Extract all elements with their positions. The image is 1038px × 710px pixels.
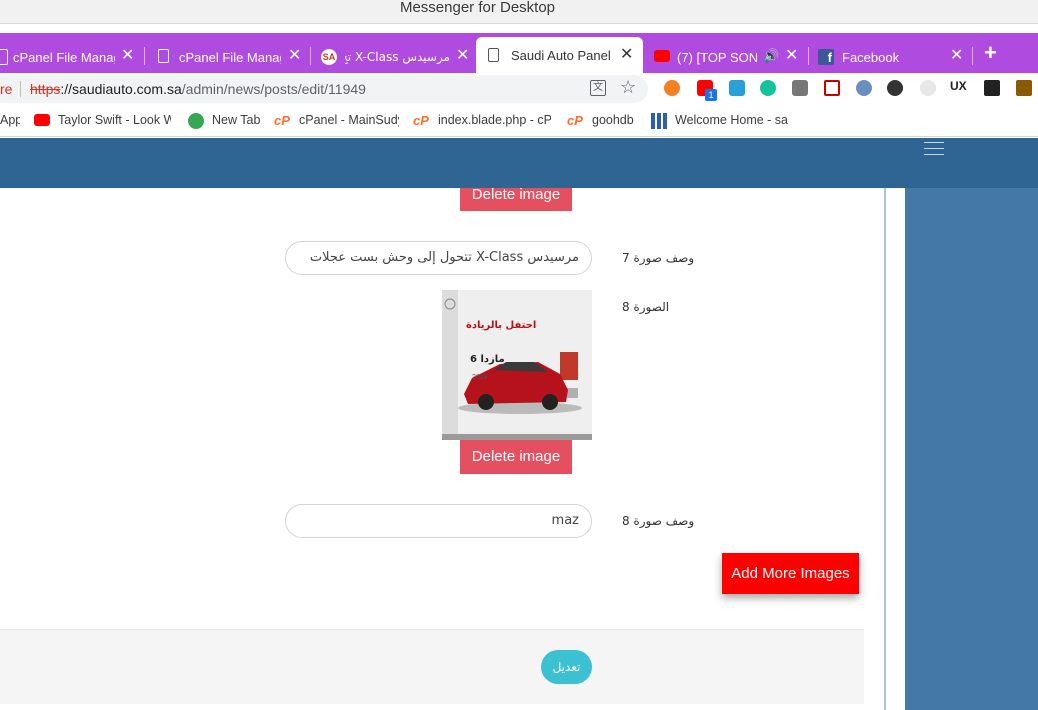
caption-8-label: وصف صورة 8	[622, 514, 695, 528]
admin-header	[0, 138, 1038, 188]
bookmarks-bar: App Taylor Swift - Look W New Tab cP cPa…	[0, 105, 1038, 137]
pocket-icon[interactable]	[824, 80, 840, 96]
caption-7-input[interactable]: مرسيدس X-Class تتحول إلى وحش بست عجلات	[285, 241, 592, 275]
tab-label: Saudi Auto Panel	[511, 47, 611, 63]
page-icon	[0, 49, 8, 65]
submit-edit-button[interactable]: تعديل	[541, 650, 592, 684]
cpanel-icon: cP	[413, 113, 429, 128]
tab-top-song[interactable]: (7) [TOP SONG 🔊 ✕	[648, 41, 803, 73]
hamburger-menu-icon[interactable]	[924, 142, 944, 156]
ux-extension-icon[interactable]: UX	[950, 79, 967, 93]
youtube-icon	[34, 114, 50, 126]
bookmark-taylor-swift[interactable]: Taylor Swift - Look W	[58, 113, 171, 127]
tab-separator	[808, 47, 809, 65]
address-bar[interactable]: re https://saudiauto.com.sa/admin/news/p…	[0, 75, 648, 103]
form-footer: تعديل	[0, 629, 864, 704]
bookmark-index-blade[interactable]: index.blade.php - cPa	[438, 113, 551, 127]
tab-separator	[972, 47, 973, 65]
close-icon[interactable]: ✕	[785, 48, 798, 64]
tab-facebook[interactable]: f Facebook ✕	[812, 41, 970, 73]
close-icon[interactable]: ✕	[950, 48, 963, 64]
delete-image-8-button[interactable]: Delete image	[460, 440, 572, 474]
extension-icon-orange[interactable]	[664, 80, 680, 96]
lock-extension-icon[interactable]	[792, 80, 808, 96]
tab-label: cPanel File Manage	[179, 49, 281, 65]
apps-grid-icon	[651, 113, 667, 129]
new-tab-button[interactable]: +	[984, 41, 997, 65]
new-tab-icon	[188, 113, 204, 129]
speaker-icon[interactable]: 🔊	[763, 48, 779, 64]
tab-mercedes-xclass[interactable]: SA مرسيدس X-Class تح ✕	[316, 41, 474, 73]
cpanel-icon: cP	[274, 113, 290, 128]
caption-7-label: وصف صورة 7	[622, 251, 695, 265]
close-icon[interactable]: ✕	[121, 48, 134, 64]
car-ad-image: احتفل بالريادة مازدا 6 2018	[442, 290, 592, 440]
tab-label: cPanel File Manage	[13, 49, 115, 65]
divider	[20, 81, 21, 97]
ad-headline: احتفل بالريادة	[466, 320, 537, 331]
facebook-icon: f	[818, 49, 834, 65]
star-icon[interactable]: ☆	[620, 77, 636, 98]
tab-cpanel-file-manager-1[interactable]: cPanel File Manage ✕	[0, 41, 140, 73]
url-scheme: https	[30, 81, 61, 97]
cpanel-icon: cP	[567, 113, 583, 128]
film-icon[interactable]	[1016, 80, 1032, 96]
window-title-bar: Messenger for Desktop	[0, 0, 1038, 24]
bookmark-goohdb[interactable]: goohdb	[592, 113, 637, 127]
notification-badge: 1	[705, 89, 717, 101]
car-ad-graphic	[442, 290, 592, 440]
extension-icon-figure[interactable]	[984, 80, 1000, 96]
url-path: /admin/news/posts/edit/11949	[181, 81, 366, 97]
ad-year: 2018	[472, 374, 488, 381]
page-icon	[488, 48, 499, 62]
caption-8-input[interactable]: maz	[285, 504, 592, 538]
tab-separator	[144, 47, 145, 65]
bookmark-new-tab[interactable]: New Tab	[212, 113, 262, 127]
tab-separator	[310, 47, 311, 65]
tab-label: Facebook	[842, 49, 900, 65]
url-host: ://saudiauto.com.sa	[60, 81, 182, 97]
close-icon[interactable]: ✕	[456, 48, 469, 64]
delete-image-7-button[interactable]: Delete image	[460, 187, 572, 211]
not-secure-label[interactable]: re	[0, 81, 12, 97]
tab-saudi-auto-panel[interactable]: Saudi Auto Panel ✕	[476, 37, 643, 73]
bookmark-apps[interactable]: App	[0, 113, 20, 127]
tab-label: (7) [TOP SONG	[677, 49, 757, 65]
window-title: Messenger for Desktop	[399, 0, 556, 16]
ad-model: مازدا 6	[470, 354, 505, 365]
image-8-label: الصورة 8	[622, 300, 670, 314]
content-border	[884, 188, 886, 710]
close-icon[interactable]: ✕	[620, 47, 633, 63]
add-more-images-button[interactable]: Add More Images	[722, 553, 859, 594]
browser-toolbar: re https://saudiauto.com.sa/admin/news/p…	[0, 73, 1038, 105]
bookmark-welcome-home[interactable]: Welcome Home - sau	[675, 113, 788, 127]
grammarly-icon[interactable]	[760, 80, 776, 96]
tab-cpanel-file-manager-2[interactable]: cPanel File Manage ✕	[150, 41, 305, 73]
copyright-icon[interactable]	[920, 80, 936, 96]
admin-sidebar	[905, 188, 1038, 710]
tab-label: مرسيدس X-Class تح	[345, 50, 450, 64]
panda-icon[interactable]	[887, 80, 903, 96]
url-text[interactable]: https://saudiauto.com.sa/admin/news/post…	[30, 81, 366, 97]
screenshot-extension-icon[interactable]	[729, 80, 745, 96]
page-icon	[158, 49, 169, 63]
sa-logo-icon: SA	[321, 49, 337, 65]
bookmark-cpanel-mainsudy[interactable]: cPanel - MainSudy	[299, 113, 399, 127]
tab-strip: cPanel File Manage ✕ cPanel File Manage …	[0, 33, 1038, 73]
translate-icon[interactable]: 文	[590, 80, 606, 96]
youtube-icon	[654, 50, 670, 62]
extension-icon-blue[interactable]	[856, 80, 872, 96]
close-icon[interactable]: ✕	[288, 48, 301, 64]
